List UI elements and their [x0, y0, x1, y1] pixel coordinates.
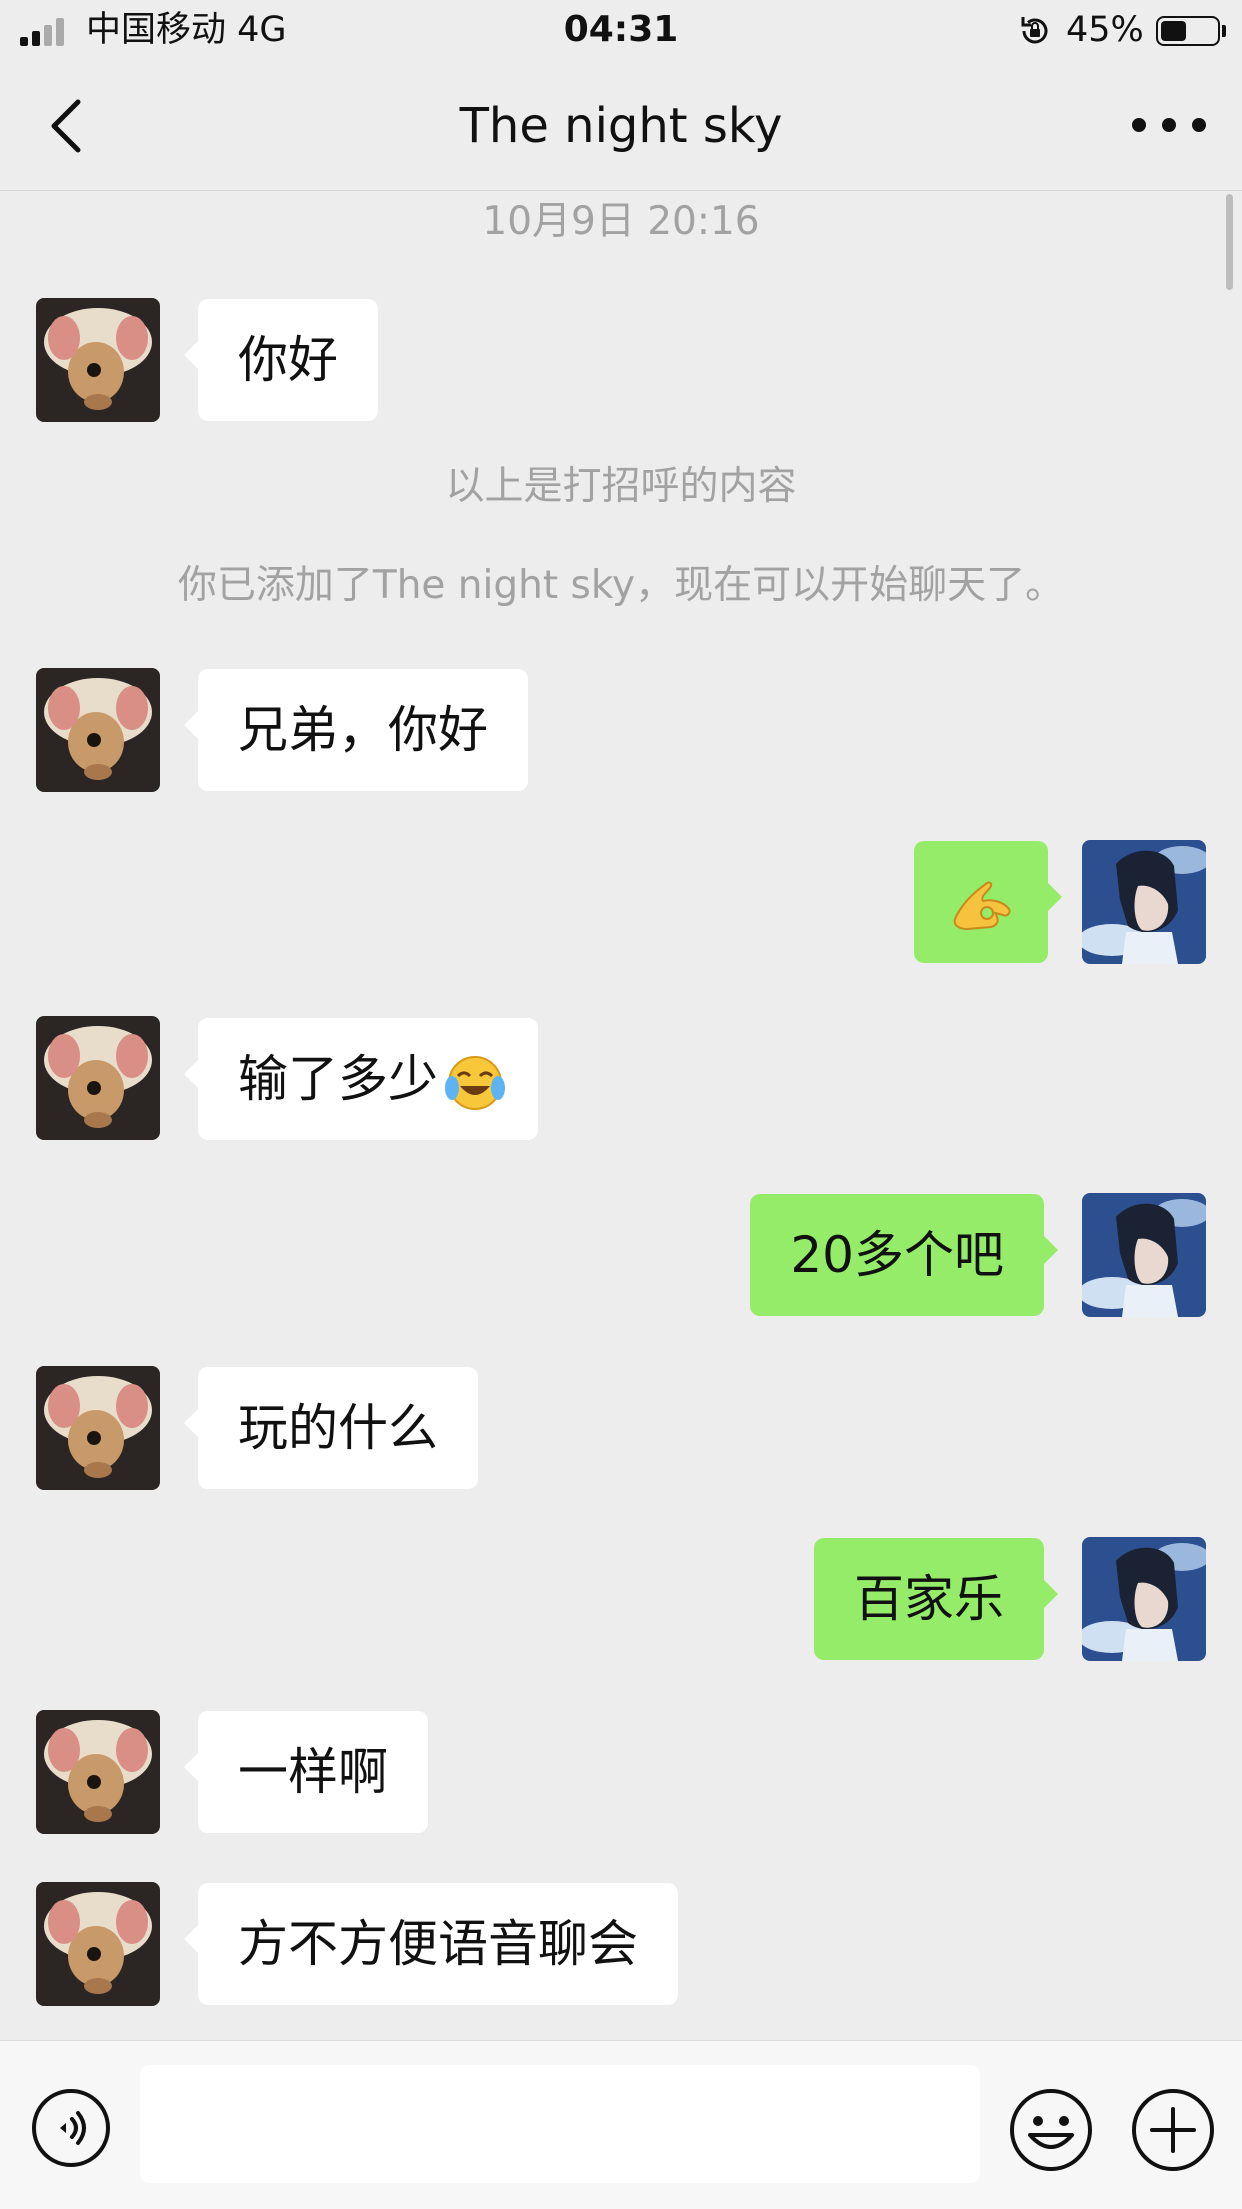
contact-avatar[interactable]: [36, 668, 160, 792]
contact-avatar[interactable]: [36, 298, 160, 422]
plus-circle-icon[interactable]: [1130, 2087, 1216, 2173]
status-time: 04:31: [563, 9, 679, 50]
message-bubble-incoming[interactable]: 一样啊: [184, 1711, 428, 1833]
face-with-tears-of-joy-emoji: [445, 1055, 505, 1110]
anime-boy-avatar-image: [1082, 840, 1206, 964]
message-text: 输了多少: [238, 1050, 438, 1108]
status-bar: 中国移动 4G 04:31 45%: [0, 0, 1242, 60]
voice-icon[interactable]: [30, 2087, 112, 2169]
input-bar: [0, 2040, 1242, 2209]
contact-avatar[interactable]: [36, 1016, 160, 1140]
contact-avatar[interactable]: [36, 1882, 160, 2006]
my-avatar[interactable]: [1082, 1193, 1206, 1317]
message-bubble-incoming[interactable]: 你好: [184, 299, 378, 421]
system-message: 以上是打招呼的内容: [445, 464, 797, 509]
my-avatar[interactable]: [1082, 1537, 1206, 1661]
message-input[interactable]: [140, 2065, 980, 2183]
message-bubble-outgoing[interactable]: 20多个吧: [750, 1194, 1058, 1316]
message-text: 百家乐: [854, 1570, 1004, 1628]
dog-avatar-image: [36, 1016, 160, 1140]
message-bubble-outgoing[interactable]: [914, 841, 1062, 963]
contact-avatar[interactable]: [36, 1710, 160, 1834]
dog-avatar-image: [36, 298, 160, 422]
chat-header: The night sky: [0, 60, 1242, 191]
message-text: 20多个吧: [790, 1226, 1004, 1284]
smiley-icon[interactable]: [1008, 2087, 1094, 2173]
battery-cap: [1222, 25, 1226, 37]
more-dots-icon[interactable]: [1132, 110, 1214, 142]
rotation-lock-icon: [1021, 17, 1048, 44]
message-bubble-incoming[interactable]: 输了多少: [184, 1018, 538, 1140]
contact-avatar[interactable]: [36, 1366, 160, 1490]
my-avatar[interactable]: [1082, 840, 1206, 964]
chat-timestamp: 10月9日 20:16: [482, 199, 760, 244]
system-message: 你已添加了The night sky，现在可以开始聊天了。: [177, 563, 1065, 608]
message-bubble-incoming[interactable]: 方不方便语音聊会: [184, 1883, 678, 2005]
anime-boy-avatar-image: [1082, 1537, 1206, 1661]
message-text: 方不方便语音聊会: [238, 1915, 638, 1973]
message-text: 你好: [238, 331, 338, 389]
dog-avatar-image: [36, 668, 160, 792]
message-text: 兄弟，你好: [238, 701, 488, 759]
battery-icon: [1156, 16, 1220, 46]
ok-hand-emoji: [953, 881, 1011, 931]
chat-title: The night sky: [459, 98, 783, 154]
anime-boy-avatar-image: [1082, 1193, 1206, 1317]
message-text: 玩的什么: [238, 1399, 438, 1457]
message-bubble-incoming[interactable]: 兄弟，你好: [184, 669, 528, 791]
dog-avatar-image: [36, 1710, 160, 1834]
battery-level: [1161, 21, 1186, 41]
dog-avatar-image: [36, 1882, 160, 2006]
battery-percent: 45%: [1066, 10, 1144, 50]
message-text: 一样啊: [238, 1743, 388, 1801]
message-bubble-incoming[interactable]: 玩的什么: [184, 1367, 478, 1489]
dog-avatar-image: [36, 1366, 160, 1490]
message-bubble-outgoing[interactable]: 百家乐: [814, 1538, 1058, 1660]
